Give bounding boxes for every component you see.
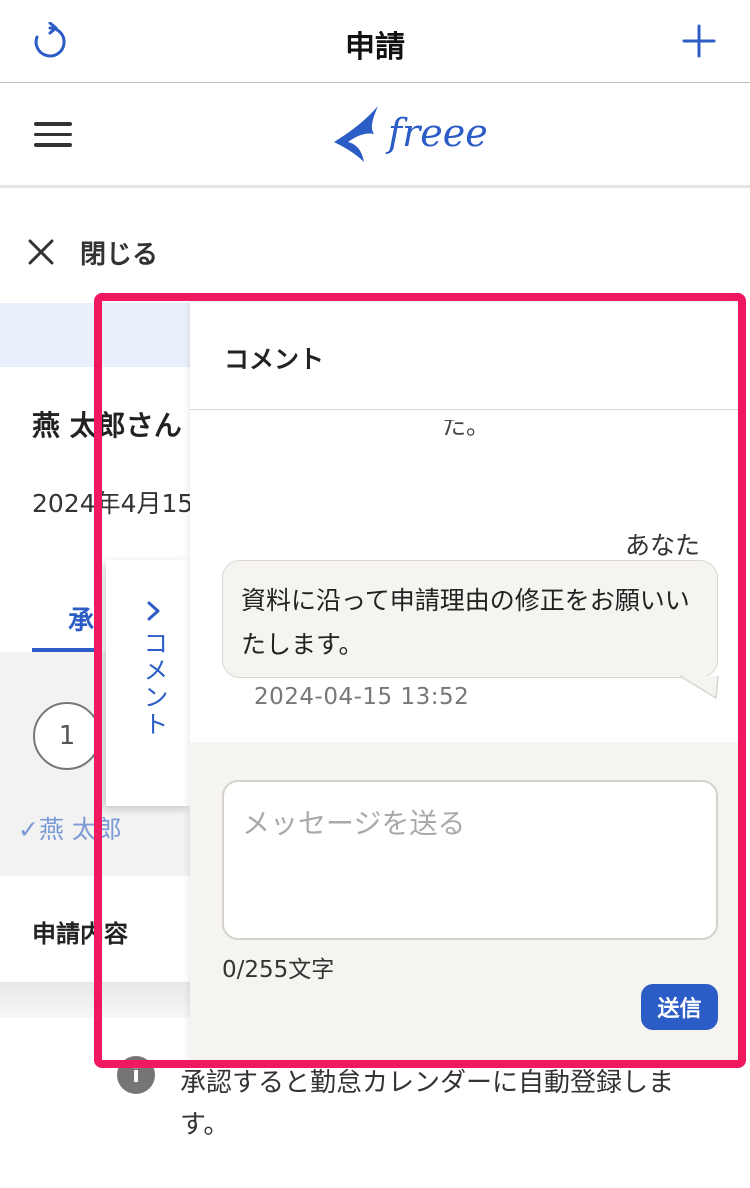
send-button[interactable]: 送信 bbox=[641, 984, 718, 1030]
comment-tab-label: コメント bbox=[140, 630, 169, 738]
comment-drawer-toggle[interactable]: コメント bbox=[106, 560, 190, 806]
comment-panel-header: コメント bbox=[190, 302, 738, 410]
section-title-request-content: 申請内容 bbox=[32, 920, 128, 948]
divider bbox=[0, 982, 190, 1018]
character-counter: 0/255文字 bbox=[222, 957, 335, 983]
hamburger-menu-icon[interactable] bbox=[34, 122, 72, 150]
applicant-name: 燕 太郎さん bbox=[32, 409, 182, 442]
comment-panel-title: コメント bbox=[224, 345, 325, 374]
application-date: 2024年4月15 bbox=[32, 489, 190, 518]
app-header: freee bbox=[0, 84, 750, 188]
info-text: 承認すると勤怠カレンダーに自動登録します。 bbox=[180, 1068, 675, 1140]
message-sender: あなた bbox=[624, 531, 700, 560]
message-input-area: 0/255文字 送信 bbox=[190, 742, 738, 1062]
svg-text:freee: freee bbox=[385, 111, 488, 155]
page-title: 申請 bbox=[345, 30, 405, 65]
top-nav-bar: 申請 bbox=[0, 0, 750, 83]
bubble-tail bbox=[680, 675, 719, 700]
message-bubble: 資料に沿って申請理由の修正をお願いいたします。 bbox=[222, 560, 718, 678]
info-icon: i bbox=[117, 1056, 155, 1094]
plus-icon[interactable] bbox=[682, 24, 716, 58]
approver-name: ✓燕 太郎 bbox=[18, 815, 122, 844]
chevron-right-icon bbox=[147, 601, 160, 621]
message-timestamp: 2024-04-15 13:52 bbox=[254, 684, 470, 710]
message-input[interactable] bbox=[222, 780, 718, 940]
close-icon[interactable] bbox=[26, 237, 56, 267]
close-row[interactable]: 閉じる bbox=[26, 230, 158, 274]
close-label: 閉じる bbox=[80, 239, 159, 270]
comment-panel: コメント た。 あなた 資料に沿って申請理由の修正をお願いいたします。 2024… bbox=[190, 302, 738, 1062]
tab-approval[interactable]: 承 bbox=[32, 600, 102, 652]
status-band bbox=[0, 303, 190, 367]
freee-logo[interactable]: freee bbox=[330, 102, 500, 168]
previous-message-fragment: た。 bbox=[442, 420, 490, 440]
step-number: 1 bbox=[33, 702, 101, 770]
